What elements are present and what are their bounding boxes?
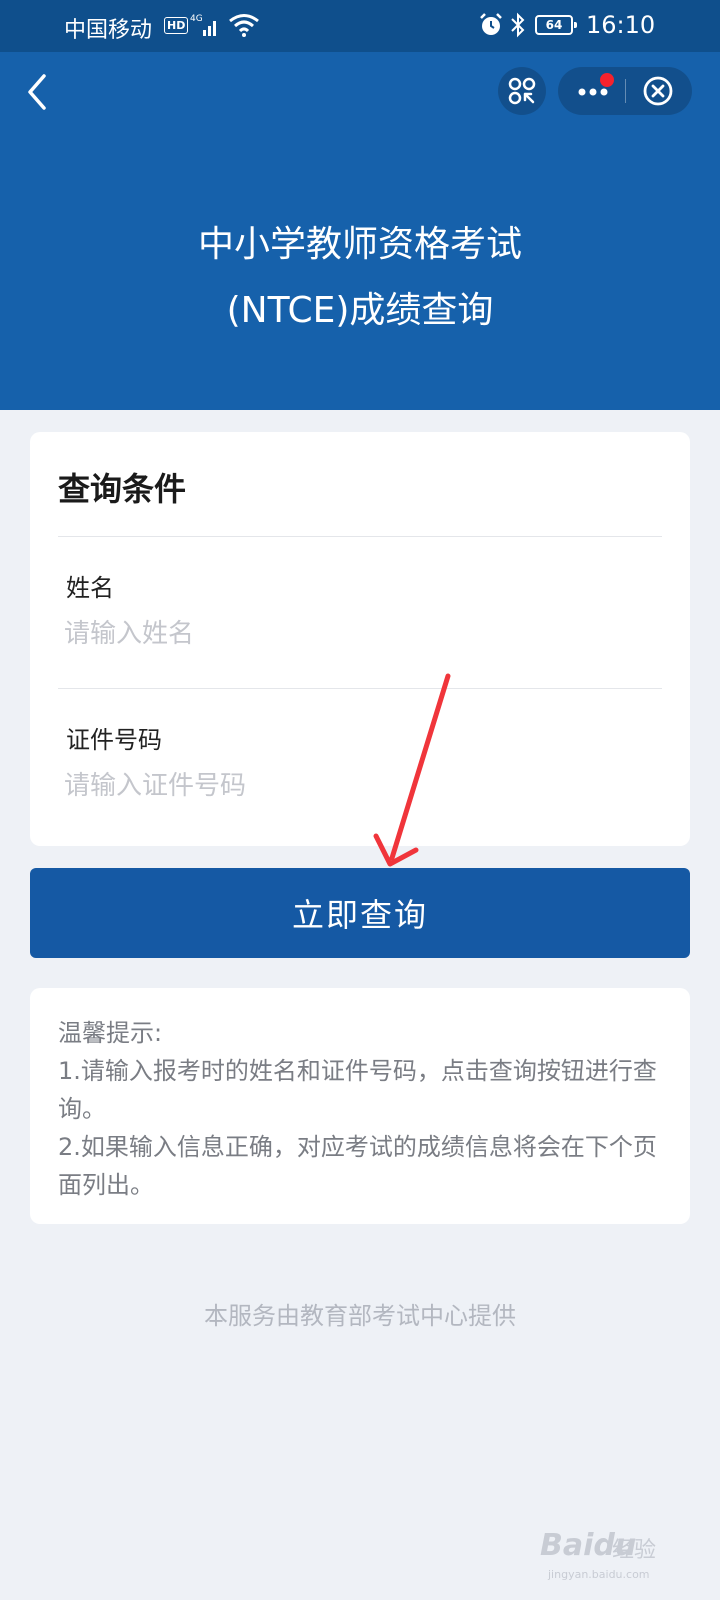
query-submit-button[interactable]: 立即查询 — [30, 868, 690, 958]
page-title-line2: (NTCE)成绩查询 — [226, 290, 494, 331]
header-banner: 中国移动 HD 4G 64 16:10 中小学教师资格考试 (NTCE)成绩查询 — [0, 0, 720, 410]
section-title: 查询条件 — [58, 470, 187, 508]
watermark-url: jingyan.baidu.com — [548, 1568, 650, 1581]
scan-button[interactable] — [498, 67, 546, 115]
tips-line-2: 2.如果输入信息正确，对应考试的成绩信息将会在下个页面列出。 — [58, 1133, 657, 1199]
watermark-sub: 经验 — [612, 1538, 657, 1563]
name-label: 姓名 — [66, 574, 114, 602]
bluetooth-icon — [511, 12, 525, 38]
carrier-name: 中国移动 — [64, 18, 153, 43]
divider — [58, 688, 662, 689]
network-type: 4G — [190, 14, 203, 24]
notification-dot — [600, 73, 614, 87]
signal-icon: 4G — [190, 14, 216, 36]
hd-badge: HD — [164, 17, 189, 34]
mini-program-capsule — [558, 67, 692, 115]
back-arrow-icon[interactable] — [20, 70, 54, 114]
close-icon[interactable] — [642, 75, 674, 107]
id-number-label: 证件号码 — [66, 726, 162, 754]
tips-line-1: 1.请输入报考时的姓名和证件号码，点击查询按钮进行查询。 — [58, 1057, 657, 1123]
baidu-watermark: Baidu 经验 — [540, 1522, 680, 1572]
status-bar: 中国移动 HD 4G 64 16:10 — [0, 0, 720, 52]
battery-indicator: 64 — [535, 15, 577, 35]
scan-icon — [508, 77, 536, 105]
name-input[interactable] — [62, 612, 654, 656]
tips-card: 温馨提示: 1.请输入报考时的姓名和证件号码，点击查询按钮进行查询。 2.如果输… — [30, 988, 690, 1224]
tips-text: 温馨提示: 1.请输入报考时的姓名和证件号码，点击查询按钮进行查询。 2.如果输… — [58, 1014, 668, 1204]
id-number-input[interactable] — [62, 764, 654, 808]
tips-heading: 温馨提示: — [58, 1019, 163, 1047]
capsule-divider — [625, 79, 626, 103]
alarm-icon — [480, 13, 502, 35]
page-title: 中小学教师资格考试 (NTCE)成绩查询 — [0, 212, 720, 344]
status-time: 16:10 — [586, 11, 656, 39]
divider — [58, 536, 662, 537]
page-title-line1: 中小学教师资格考试 — [197, 224, 522, 265]
wifi-icon — [229, 14, 259, 37]
service-provider-note: 本服务由教育部考试中心提供 — [204, 1302, 516, 1330]
query-form-card: 查询条件 姓名 证件号码 — [30, 432, 690, 846]
